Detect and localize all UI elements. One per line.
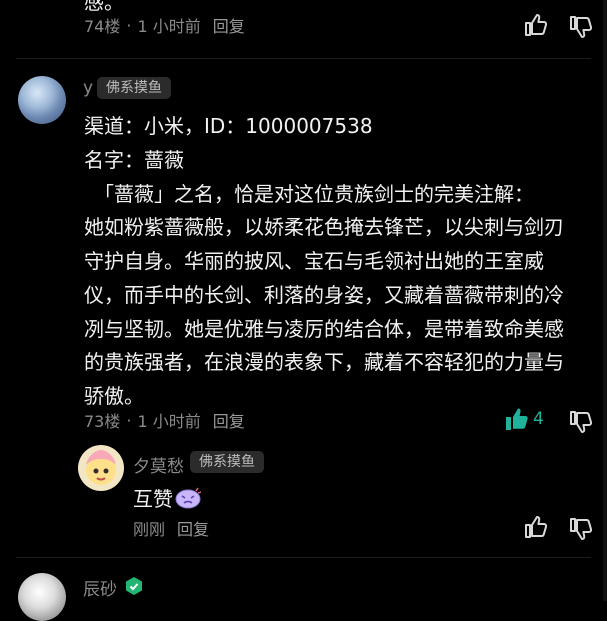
- user-title-badge: 佛系摸鱼: [97, 77, 171, 99]
- reply-text: 互赞: [133, 483, 202, 512]
- thumb-up-icon[interactable]: [523, 12, 549, 38]
- reply-button[interactable]: 回复: [213, 13, 245, 37]
- reply-username[interactable]: 夕莫愁: [133, 452, 184, 477]
- reply-meta: 刚刚 回复: [133, 516, 209, 540]
- reply-text-content: 互赞: [133, 487, 173, 511]
- meta-separator: ·: [126, 15, 132, 35]
- level-badge-icon: [124, 576, 144, 596]
- comment-line: 仪，而手中的长剑、利落的身姿，又藏着蔷薇带刺的冷: [84, 283, 564, 307]
- avatar[interactable]: [18, 76, 66, 124]
- comment-line: 名字：蔷薇: [84, 148, 184, 172]
- comment-meta: 73楼 · 1 小时前 回复: [84, 408, 245, 432]
- comment-line: 她如粉紫蔷薇般，以娇柔花色掩去锋芒，以尖刺与剑刃: [84, 215, 564, 239]
- comment-time: 1 小时前: [137, 17, 201, 36]
- thumb-down-icon[interactable]: [568, 409, 594, 435]
- like-count: 4: [533, 409, 544, 429]
- comment-line: 的贵族强者，在浪漫的表象下，藏着不容轻犯的力量与: [84, 350, 564, 374]
- comment-line: 冽与坚韧。她是优雅与凌厉的结合体，是带着致命美感: [84, 317, 564, 341]
- thumb-down-icon[interactable]: [568, 14, 594, 40]
- floor-number: 74楼: [84, 17, 121, 36]
- comment-line: 「蔷薇」之名，恰是对这位贵族剑士的完美注解：: [84, 182, 534, 206]
- comment-line: 骄傲。: [84, 384, 144, 408]
- thumb-up-icon[interactable]: [523, 514, 549, 540]
- user-title-badge: 佛系摸鱼: [190, 451, 264, 473]
- scrollbar[interactable]: [603, 0, 607, 601]
- comment-meta: 74楼 · 1 小时前 回复: [84, 13, 245, 37]
- avatar[interactable]: [18, 573, 66, 621]
- comment-time: 1 小时前: [137, 412, 201, 431]
- meta-separator: ·: [126, 410, 132, 430]
- comment-line: 守护自身。华丽的披风、宝石与毛领衬出她的王室威: [84, 249, 544, 273]
- reply-avatar[interactable]: [78, 445, 124, 491]
- comment-line: 渠道：小米，ID：1000007538: [84, 114, 373, 138]
- floor-number: 73楼: [84, 412, 121, 431]
- sticker-emoji-icon: [175, 487, 202, 509]
- thumb-up-filled-icon[interactable]: [504, 406, 530, 432]
- comment-divider: [16, 58, 591, 59]
- reply-button[interactable]: 回复: [177, 516, 209, 540]
- username[interactable]: 辰砂: [83, 575, 117, 600]
- reply-time: 刚刚: [133, 520, 166, 539]
- reply-button[interactable]: 回复: [213, 408, 245, 432]
- username[interactable]: y: [83, 78, 93, 98]
- comment-divider: [16, 557, 591, 558]
- thumb-down-icon[interactable]: [568, 516, 594, 542]
